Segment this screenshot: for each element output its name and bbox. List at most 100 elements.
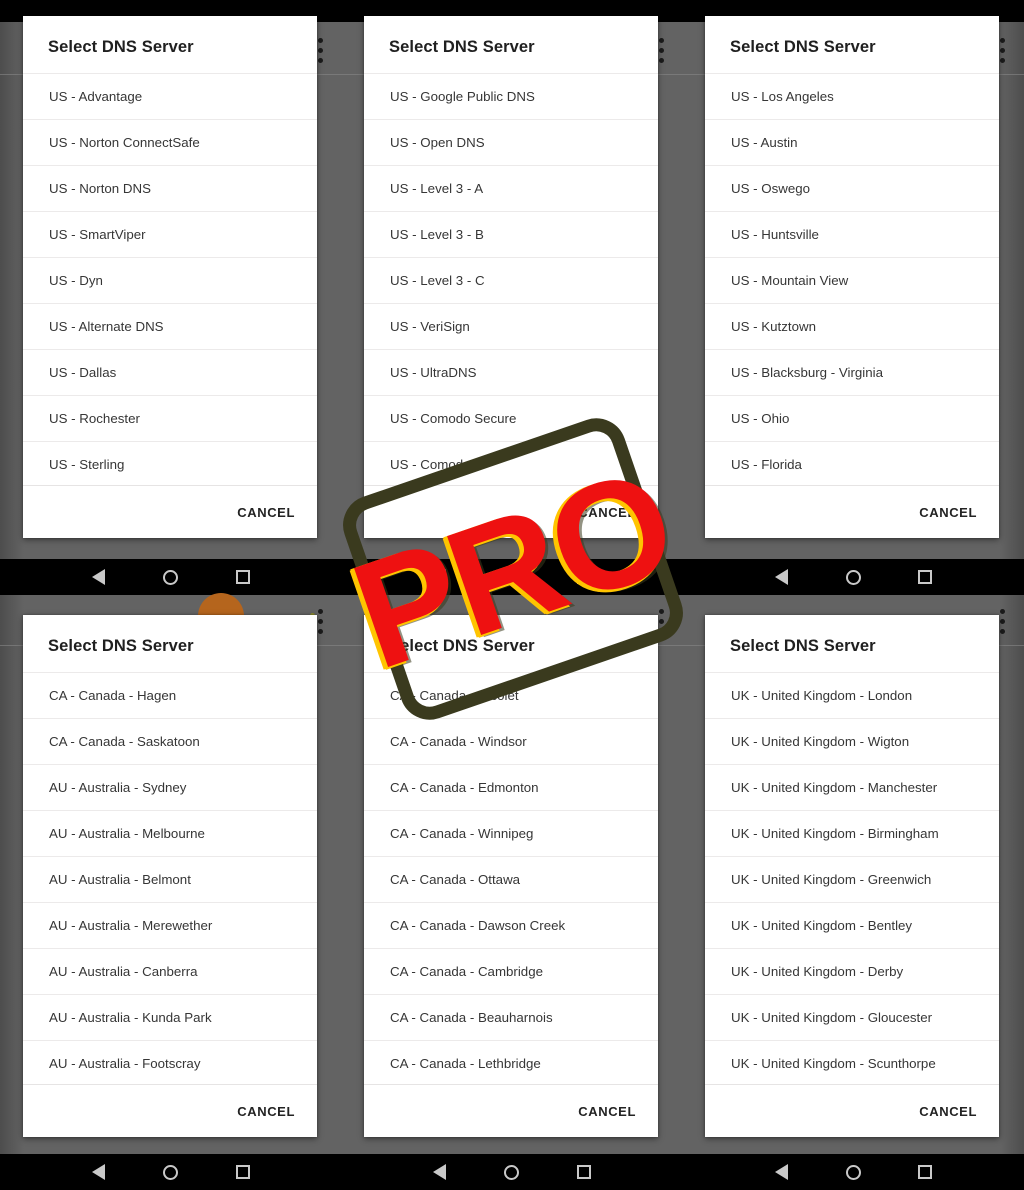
list-item[interactable]: UK - United Kingdom - Bentley [705, 903, 999, 949]
list-item[interactable]: US - Rochester [23, 396, 317, 442]
list-item[interactable]: CA - Canada - Beauharnois [364, 995, 658, 1041]
list-item[interactable]: US - Dyn [23, 258, 317, 304]
list-item[interactable]: UK - United Kingdom - Gloucester [705, 995, 999, 1041]
home-icon [845, 1164, 861, 1180]
list-item[interactable]: US - SmartViper [23, 212, 317, 258]
dns-server-list[interactable]: UK - United Kingdom - London UK - United… [705, 672, 999, 1084]
list-item[interactable]: UK - United Kingdom - Manchester [705, 765, 999, 811]
list-item[interactable]: US - Ohio [705, 396, 999, 442]
list-item[interactable]: US - Open DNS [364, 120, 658, 166]
list-item[interactable]: CA - Canada - Windsor [364, 719, 658, 765]
home-button[interactable] [494, 1154, 530, 1190]
back-icon [92, 1164, 106, 1180]
cancel-button[interactable]: CANCEL [919, 505, 977, 520]
list-item[interactable]: AU - Australia - Kunda Park [23, 995, 317, 1041]
home-button[interactable] [835, 1154, 871, 1190]
list-item[interactable]: UK - United Kingdom - London [705, 673, 999, 719]
cancel-button[interactable]: CANCEL [919, 1104, 977, 1119]
list-item[interactable]: US - Florida [705, 442, 999, 485]
cancel-button[interactable]: CANCEL [578, 1104, 636, 1119]
list-item[interactable]: US - Sterling [23, 442, 317, 485]
back-button[interactable] [81, 1154, 117, 1190]
home-button[interactable] [494, 559, 530, 595]
list-item[interactable]: US - Alternate DNS [23, 304, 317, 350]
dns-dialog-1[interactable]: Select DNS Server US - Advantage US - No… [23, 16, 317, 538]
dns-dialog-4[interactable]: Select DNS Server CA - Canada - Hagen CA… [23, 615, 317, 1137]
list-item[interactable]: AU - Australia - Merewether [23, 903, 317, 949]
dns-server-list[interactable]: US - Google Public DNS US - Open DNS US … [364, 73, 658, 485]
recents-icon [235, 570, 250, 584]
dns-dialog-3[interactable]: Select DNS Server US - Los Angeles US - … [705, 16, 999, 538]
list-item[interactable]: CA - Canada - Edmonton [364, 765, 658, 811]
home-button[interactable] [153, 559, 189, 595]
list-item[interactable]: CA - Canada - Hagen [23, 673, 317, 719]
list-item[interactable]: US - Austin [705, 120, 999, 166]
recents-icon [576, 570, 591, 584]
list-item[interactable]: US - Norton DNS [23, 166, 317, 212]
list-item[interactable]: AU - Australia - Melbourne [23, 811, 317, 857]
dns-server-list[interactable]: CA - Canada - Hagen CA - Canada - Saskat… [23, 672, 317, 1084]
list-item[interactable]: CA - Canada - Cambridge [364, 949, 658, 995]
list-item[interactable]: US - Level 3 - A [364, 166, 658, 212]
list-item[interactable]: UK - United Kingdom - Derby [705, 949, 999, 995]
list-item[interactable]: US - Level 3 - C [364, 258, 658, 304]
cancel-button[interactable]: CANCEL [578, 505, 636, 520]
dns-server-list[interactable]: US - Los Angeles US - Austin US - Oswego… [705, 73, 999, 485]
nav-group-center [341, 559, 682, 595]
recents-button[interactable] [225, 1154, 261, 1190]
back-button[interactable] [422, 559, 458, 595]
list-item[interactable]: US - Blacksburg - Virginia [705, 350, 999, 396]
list-item[interactable]: AU - Australia - Belmont [23, 857, 317, 903]
list-item[interactable]: UK - United Kingdom - Scunthorpe [705, 1041, 999, 1084]
list-item[interactable]: AU - Australia - Sydney [23, 765, 317, 811]
recents-button[interactable] [225, 559, 261, 595]
list-item[interactable]: US - UltraDNS [364, 350, 658, 396]
list-item[interactable]: US - Google Public DNS [364, 74, 658, 120]
list-item[interactable]: US - Advantage [23, 74, 317, 120]
back-button[interactable] [81, 559, 117, 595]
dns-dialog-5[interactable]: Select DNS Server CA - Canada - Nicolet … [364, 615, 658, 1137]
home-button[interactable] [835, 559, 871, 595]
recents-button[interactable] [907, 1154, 943, 1190]
list-item[interactable]: US - Level 3 - B [364, 212, 658, 258]
list-item[interactable]: US - Oswego [705, 166, 999, 212]
list-item[interactable]: US - VeriSign [364, 304, 658, 350]
cancel-button[interactable]: CANCEL [237, 505, 295, 520]
scrim-edge-right [1000, 22, 1024, 559]
dns-server-list[interactable]: CA - Canada - Nicolet CA - Canada - Wind… [364, 672, 658, 1084]
back-button[interactable] [763, 559, 799, 595]
recents-button[interactable] [566, 1154, 602, 1190]
list-item[interactable]: US - Los Angeles [705, 74, 999, 120]
recents-button[interactable] [566, 559, 602, 595]
dialog-title: Select DNS Server [389, 38, 535, 56]
list-item[interactable]: CA - Canada - Lethbridge [364, 1041, 658, 1084]
list-item[interactable]: US - Kutztown [705, 304, 999, 350]
list-item[interactable]: CA - Canada - Ottawa [364, 857, 658, 903]
list-item[interactable]: US - Dallas [23, 350, 317, 396]
list-item[interactable]: US - Norton ConnectSafe [23, 120, 317, 166]
cancel-button[interactable]: CANCEL [237, 1104, 295, 1119]
list-item[interactable]: UK - United Kingdom - Birmingham [705, 811, 999, 857]
recents-button[interactable] [907, 559, 943, 595]
recents-icon [235, 1165, 250, 1179]
list-item[interactable]: US - Mountain View [705, 258, 999, 304]
dns-dialog-6[interactable]: Select DNS Server UK - United Kingdom - … [705, 615, 999, 1137]
list-item[interactable]: CA - Canada - Saskatoon [23, 719, 317, 765]
list-item[interactable]: AU - Australia - Canberra [23, 949, 317, 995]
list-item[interactable]: CA - Canada - Nicolet [364, 673, 658, 719]
list-item[interactable]: CA - Canada - Winnipeg [364, 811, 658, 857]
dialog-actions: CANCEL [364, 1084, 658, 1137]
dns-server-list[interactable]: US - Advantage US - Norton ConnectSafe U… [23, 73, 317, 485]
list-item[interactable]: US - Comodo [364, 442, 658, 485]
list-item[interactable]: UK - United Kingdom - Wigton [705, 719, 999, 765]
list-item[interactable]: UK - United Kingdom - Greenwich [705, 857, 999, 903]
home-button[interactable] [153, 1154, 189, 1190]
back-button[interactable] [763, 1154, 799, 1190]
list-item[interactable]: AU - Australia - Footscray [23, 1041, 317, 1084]
dns-dialog-2[interactable]: Select DNS Server US - Google Public DNS… [364, 16, 658, 538]
list-item[interactable]: CA - Canada - Dawson Creek [364, 903, 658, 949]
back-button[interactable] [422, 1154, 458, 1190]
list-item[interactable]: US - Huntsville [705, 212, 999, 258]
list-item[interactable]: US - Comodo Secure [364, 396, 658, 442]
android-navigation-bar [0, 559, 1024, 595]
